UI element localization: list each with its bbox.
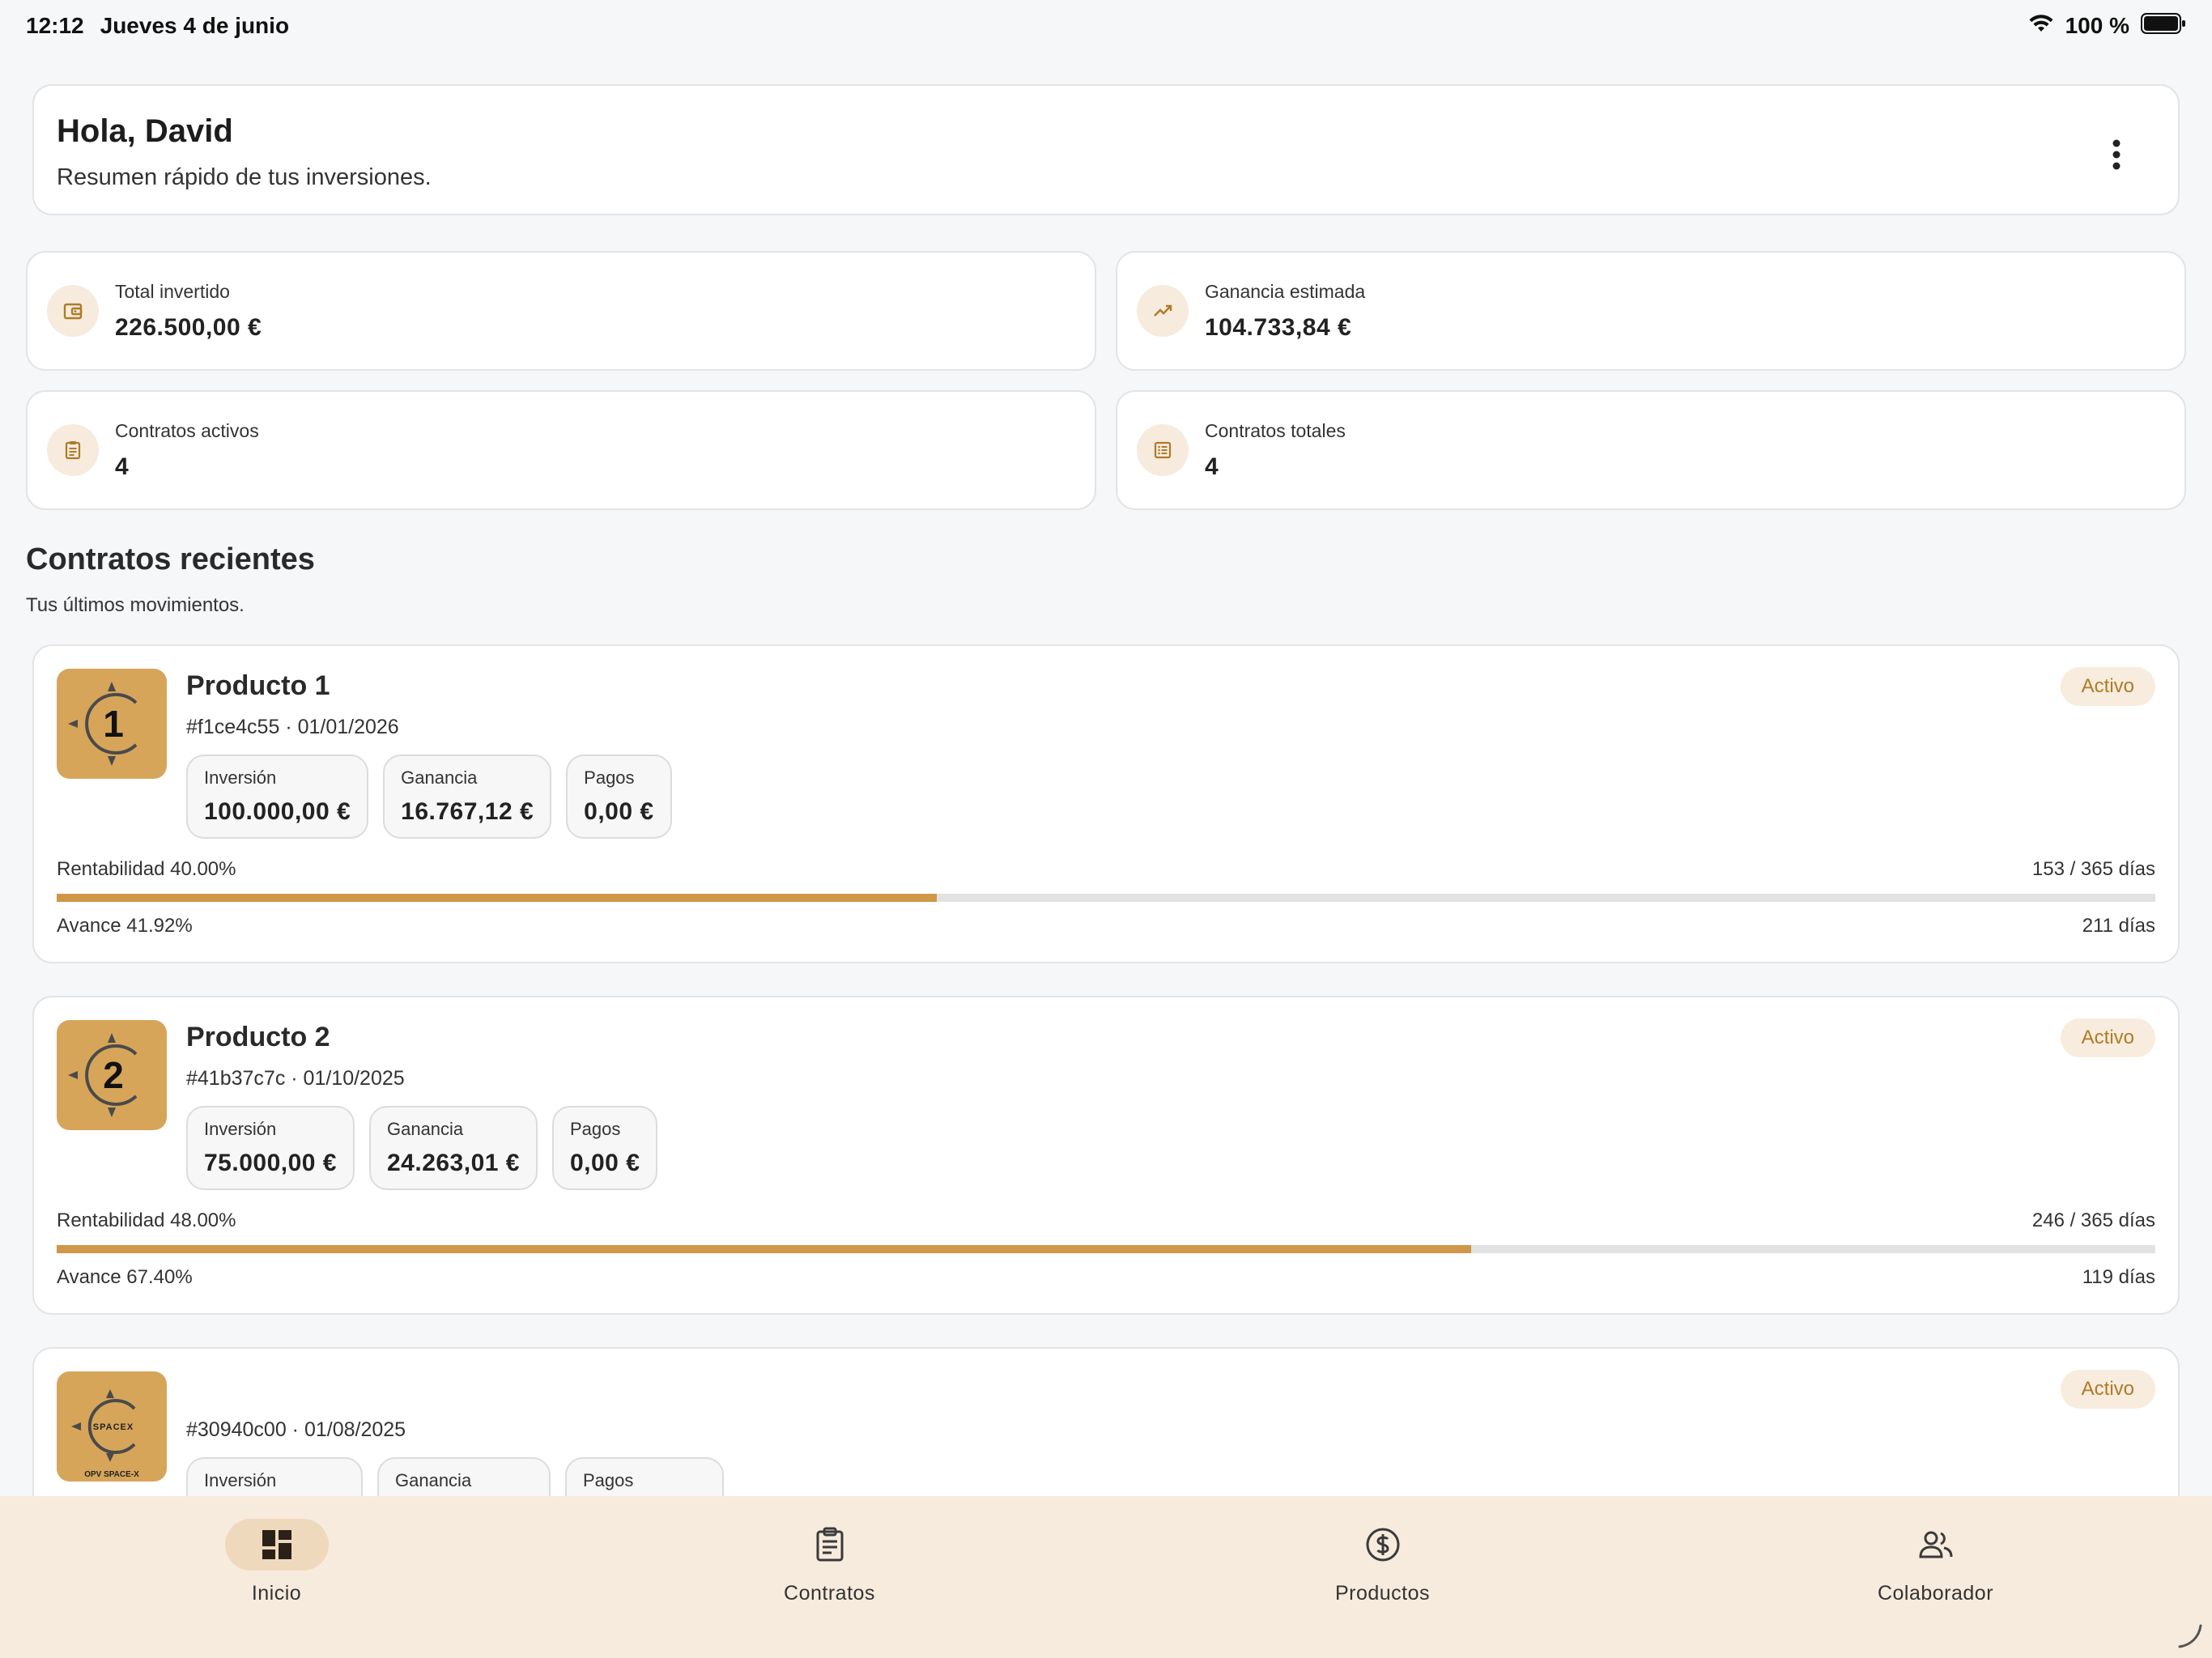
product-logo: 2: [57, 1020, 167, 1130]
status-badge: Activo: [2060, 1018, 2155, 1057]
stat-total-invested: Total invertido 226.500,00 €: [26, 251, 1096, 371]
status-date: Jueves 4 de junio: [100, 13, 290, 38]
pill-label: Inversión: [204, 1119, 277, 1139]
greeting-title: Hola, David: [57, 113, 233, 149]
pill-label: Pagos: [583, 1470, 634, 1490]
stat-estimated-gain: Ganancia estimada 104.733,84 €: [1116, 251, 2186, 371]
stat-label: Ganancia estimada: [1205, 280, 1366, 302]
days-label: 246 / 365 días: [2031, 1209, 2155, 1231]
resize-handle-icon: [2178, 1624, 2202, 1648]
bottom-navigation: Inicio Contratos Productos Colaborador: [0, 1496, 2212, 1658]
status-bar: 12:12 Jueves 4 de junio 100 %: [0, 0, 2212, 52]
nav-item-productos[interactable]: Productos: [1106, 1496, 1659, 1658]
logo-number: 2: [103, 1054, 124, 1096]
avance-label: Avance 67.40%: [57, 1266, 193, 1288]
pill-value: 16.767,12 €: [401, 798, 534, 825]
clipboard-icon: [47, 424, 99, 476]
rentabilidad-label: Rentabilidad 48.00%: [57, 1209, 236, 1231]
pill-label: Ganancia: [401, 767, 478, 788]
clipboard-icon: [816, 1527, 843, 1562]
stat-value: 4: [115, 453, 130, 480]
remaining-days-label: 211 días: [2082, 915, 2155, 937]
stat-label: Total invertido: [115, 280, 230, 302]
days-label: 153 / 365 días: [2031, 858, 2155, 880]
pill-label: Ganancia: [395, 1470, 472, 1490]
pill-value: 24.263,01 €: [386, 1150, 520, 1176]
nav-item-inicio[interactable]: Inicio: [0, 1496, 553, 1658]
stat-value: 4: [1205, 453, 1219, 480]
logo-caption: OPV SPACE-X: [84, 1470, 139, 1479]
dollar-circle-icon: [1366, 1528, 1399, 1562]
pill-label: Inversión: [204, 767, 277, 788]
nav-label: Inicio: [251, 1582, 302, 1605]
stat-total-contracts: Contratos totales 4: [1116, 390, 2186, 510]
more-options-button[interactable]: [2100, 134, 2133, 175]
investment-pill: Inversión 100.000,00 €: [186, 755, 369, 839]
contract-meta: #f1ce4c55 · 01/01/2026: [186, 716, 399, 738]
gain-pill: Ganancia 24.263,01 €: [368, 1106, 538, 1190]
pill-value: 0,00 €: [569, 1150, 640, 1176]
payments-pill: Pagos 0,00 €: [566, 755, 672, 839]
stat-active-contracts: Contratos activos 4: [26, 390, 1096, 510]
pill-value: 75.000,00 €: [204, 1150, 337, 1176]
contract-meta: #41b37c7c · 01/10/2025: [186, 1067, 405, 1090]
avance-label: Avance 41.92%: [57, 915, 193, 937]
contract-title: Producto 2: [186, 1022, 330, 1052]
pill-label: Ganancia: [386, 1119, 464, 1139]
battery-icon: [2141, 12, 2186, 40]
more-vertical-icon: [2112, 139, 2121, 170]
contract-title: Producto 1: [186, 670, 330, 701]
section-title: Contratos recientes: [26, 542, 315, 576]
stat-label: Contratos activos: [115, 419, 259, 441]
stat-value: 226.500,00 €: [115, 313, 262, 341]
logo-text: SPACEX: [93, 1422, 134, 1432]
pill-value: 0,00 €: [584, 798, 654, 825]
nav-label: Contratos: [784, 1582, 875, 1605]
pill-label: Inversión: [204, 1470, 277, 1490]
progress-fill: [57, 1245, 1471, 1253]
contract-card[interactable]: 2 Producto 2 #41b37c7c · 01/10/2025 Acti…: [32, 996, 2180, 1315]
product-logo: SPACEX OPV SPACE-X: [57, 1371, 167, 1482]
investment-pill: Inversión 75.000,00 €: [186, 1106, 355, 1190]
nav-item-contratos[interactable]: Contratos: [553, 1496, 1106, 1658]
dashboard-icon: [262, 1530, 291, 1559]
product-logo: 1: [57, 669, 167, 779]
gain-pill: Ganancia 16.767,12 €: [383, 755, 552, 839]
battery-percent: 100 %: [2065, 13, 2129, 38]
status-badge: Activo: [2060, 1370, 2155, 1409]
pill-value: 100.000,00 €: [204, 798, 351, 825]
progress-fill: [57, 894, 937, 902]
list-icon: [1137, 424, 1189, 476]
logo-number: 1: [103, 703, 124, 745]
nav-item-colaborador[interactable]: Colaborador: [1659, 1496, 2212, 1658]
rentabilidad-label: Rentabilidad 40.00%: [57, 858, 236, 880]
wallet-icon: [47, 285, 99, 337]
people-icon: [1918, 1531, 1952, 1558]
wifi-icon: [2028, 13, 2054, 39]
remaining-days-label: 119 días: [2082, 1266, 2155, 1288]
contract-meta: #30940c00 · 01/08/2025: [186, 1418, 406, 1441]
nav-label: Colaborador: [1877, 1582, 1994, 1605]
contract-card[interactable]: 1 Producto 1 #f1ce4c55 · 01/01/2026 Acti…: [32, 644, 2180, 963]
greeting-subtitle: Resumen rápido de tus inversiones.: [57, 164, 432, 190]
payments-pill: Pagos 0,00 €: [551, 1106, 658, 1190]
progress-bar: [57, 894, 2155, 902]
nav-label: Productos: [1334, 1582, 1431, 1605]
section-subtitle: Tus últimos movimientos.: [26, 594, 245, 616]
greeting-card: Hola, David Resumen rápido de tus invers…: [32, 84, 2180, 215]
stat-value: 104.733,84 €: [1205, 313, 1352, 341]
stat-label: Contratos totales: [1205, 419, 1346, 441]
pill-label: Pagos: [584, 767, 635, 788]
trending-up-icon: [1137, 285, 1189, 337]
progress-bar: [57, 1245, 2155, 1253]
pill-label: Pagos: [569, 1119, 621, 1139]
status-badge: Activo: [2060, 667, 2155, 706]
status-time: 12:12: [26, 13, 84, 38]
